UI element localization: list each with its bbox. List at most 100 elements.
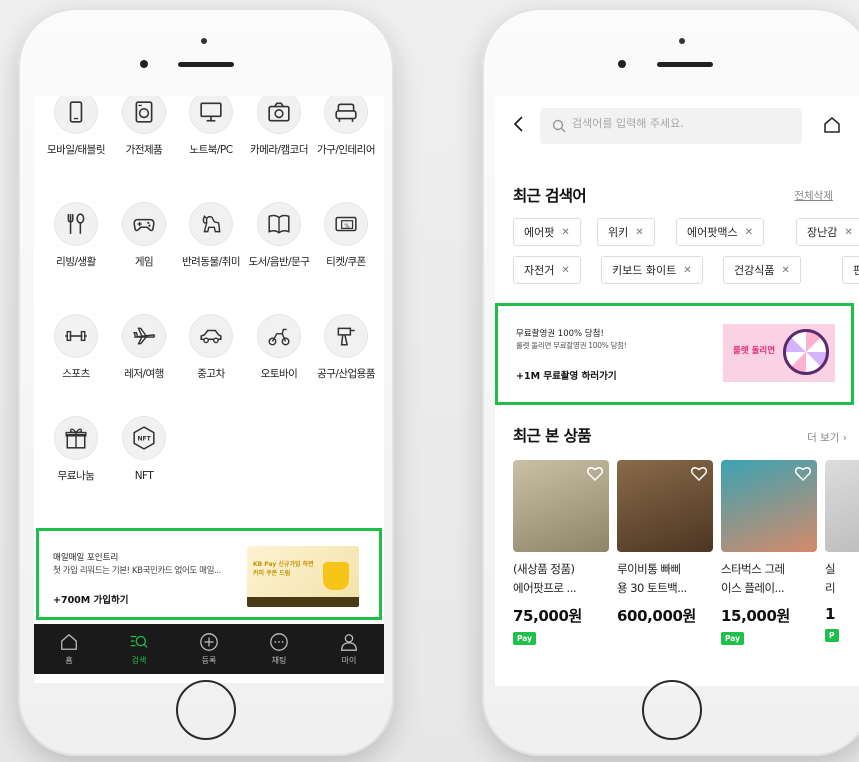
product-card[interactable]: 실리 1 P <box>825 460 859 642</box>
tab-item[interactable]: 등록 <box>174 624 244 674</box>
home-icon[interactable] <box>823 116 841 138</box>
banner-cta[interactable]: +700M 가입하기 <box>53 592 129 606</box>
home-hardware-button[interactable] <box>176 680 236 740</box>
dumbbell-icon <box>54 314 98 358</box>
remove-x-icon[interactable]: ✕ <box>781 265 789 276</box>
category-item[interactable]: NFT NFT <box>110 416 178 484</box>
chip-label: 펀 <box>853 264 859 277</box>
category-label: 모바일/태블릿 <box>47 144 106 156</box>
heart-icon[interactable] <box>690 466 708 485</box>
category-label: 가구/인테리어 <box>317 144 376 156</box>
tab-item[interactable]: 채팅 <box>244 624 314 674</box>
remove-x-icon[interactable]: ✕ <box>683 265 691 276</box>
tab-label: 마이 <box>341 656 357 665</box>
recent-search-chip[interactable]: 펀✕ <box>842 256 859 284</box>
gift-icon <box>54 416 98 460</box>
chip-label: 위키 <box>608 226 629 239</box>
category-item[interactable]: 반려동물/취미 <box>177 202 245 270</box>
category-label: 리빙/생활 <box>56 256 96 268</box>
kb-pay-strip <box>247 597 359 607</box>
category-item[interactable]: 오토바이 <box>245 314 313 382</box>
roulette-banner[interactable]: 무료촬영권 100% 당첨! 룰렛 돌리면 무료촬영권 100% 당첨! +1M… <box>495 303 854 405</box>
category-label: 게임 <box>134 256 154 268</box>
front-camera <box>140 60 148 68</box>
ticket-icon: % <box>324 202 368 246</box>
home-icon <box>59 632 79 652</box>
product-name-line2: 리 <box>825 581 836 595</box>
svg-text:%: % <box>344 223 349 229</box>
category-label: 티켓/쿠폰 <box>326 256 366 268</box>
tab-item[interactable]: 마이 <box>314 624 384 674</box>
chip-label: 에어팟맥스 <box>687 226 738 239</box>
chip-label: 장난감 <box>807 226 838 239</box>
banner-cta[interactable]: +1M 무료촬영 하러가기 <box>516 368 617 382</box>
category-item[interactable]: 노트북/PC <box>177 96 245 158</box>
category-item[interactable]: 공구/산업용품 <box>312 314 380 382</box>
product-card[interactable]: 루이비통 빠삐 용 30 토트백... 600,000원 <box>617 460 713 626</box>
remove-x-icon[interactable]: ✕ <box>561 265 569 276</box>
recent-search-chip[interactable]: 위키 ✕ <box>597 218 655 246</box>
category-label: 공구/산업용품 <box>317 368 376 380</box>
product-name: 실리 <box>825 560 859 598</box>
recent-search-chip[interactable]: 장난감 ✕ <box>796 218 859 246</box>
category-item[interactable]: 게임 <box>110 202 178 270</box>
category-label: 오토바이 <box>260 368 298 380</box>
heart-icon[interactable] <box>586 466 604 485</box>
remove-x-icon[interactable]: ✕ <box>635 227 643 238</box>
banner-description: 룰렛 돌리면 무료촬영권 100% 당첨! <box>516 341 627 350</box>
category-item[interactable]: 가전제품 <box>110 96 178 158</box>
category-label: 레저/여행 <box>124 368 164 380</box>
recent-search-chip[interactable]: 키보드 화이트 ✕ <box>601 256 703 284</box>
product-name-line2: 이스 플레이... <box>721 581 785 595</box>
recent-search-chip[interactable]: 자전거 ✕ <box>513 256 581 284</box>
nft-icon: NFT <box>122 416 166 460</box>
remove-x-icon[interactable]: ✕ <box>844 227 852 238</box>
tab-label: 등록 <box>201 656 217 665</box>
roulette-wheel-icon <box>783 329 829 375</box>
product-card[interactable]: (새상품 정품) 에어팟프로 ... 75,000원 Pay <box>513 460 609 645</box>
remove-x-icon[interactable]: ✕ <box>745 227 753 238</box>
recent-search-chip[interactable]: 건강식품 ✕ <box>723 256 801 284</box>
category-item[interactable]: 스포츠 <box>42 314 110 382</box>
clear-all-link[interactable]: 전체삭제 <box>794 188 833 203</box>
category-label: 노트북/PC <box>189 144 233 156</box>
speaker-grille <box>178 62 234 67</box>
svg-text:NFT: NFT <box>137 436 151 443</box>
category-item[interactable]: 카메라/캠코더 <box>245 96 313 158</box>
heart-icon[interactable] <box>794 466 812 485</box>
category-item[interactable]: 레저/여행 <box>110 314 178 382</box>
product-price: 1 <box>825 605 836 623</box>
tab-item[interactable]: 검색 <box>104 624 174 674</box>
sofa-icon <box>324 96 368 134</box>
washer-icon <box>122 96 166 134</box>
search-input[interactable] <box>572 117 792 130</box>
category-label: 반려동물/취미 <box>182 256 241 268</box>
search-screen: 최근 검색어 전체삭제 에어팟✕위키✕에어팟맥스✕장난감✕자전거✕키보드 화이트… <box>495 96 859 686</box>
recent-search-chip[interactable]: 에어팟 ✕ <box>513 218 581 246</box>
speaker-grille <box>657 62 713 67</box>
chat-icon <box>269 632 289 652</box>
recent-search-chip[interactable]: 에어팟맥스 ✕ <box>676 218 764 246</box>
tab-item[interactable]: 홈 <box>34 624 104 674</box>
phone-left: 모바일/태블릿 가전제품 노트북/PC 카메라/캠코더 가구/인테리어리빙/생활 게임 반려… <box>18 8 394 756</box>
back-arrow-icon[interactable] <box>513 116 525 136</box>
product-price: 15,000원 <box>721 607 790 625</box>
see-more-link[interactable]: 더 보기 › <box>807 430 847 445</box>
category-item[interactable]: 리빙/생활 <box>42 202 110 270</box>
promo-banner[interactable]: 매일매일 포인트리 첫 가입 리워드는 기본! KB국민카드 없어도 매일...… <box>36 528 382 620</box>
product-card[interactable]: 스타벅스 그레 이스 플레이... 15,000원 Pay <box>721 460 817 645</box>
category-item[interactable]: 가구/인테리어 <box>312 96 380 158</box>
remove-x-icon[interactable]: ✕ <box>561 227 569 238</box>
product-name-line1: 루이비통 빠삐 <box>617 562 681 576</box>
home-hardware-button[interactable] <box>642 680 702 740</box>
category-item[interactable]: 모바일/태블릿 <box>42 96 110 158</box>
search-list-icon <box>129 632 149 652</box>
category-label: 스포츠 <box>62 368 90 380</box>
camera-icon <box>257 96 301 134</box>
category-item[interactable]: 무료나눔 <box>42 416 110 484</box>
category-item[interactable]: % 티켓/쿠폰 <box>312 202 380 270</box>
product-name: 루이비통 빠삐 용 30 토트백... <box>617 560 713 598</box>
front-camera <box>618 60 626 68</box>
category-item[interactable]: 중고차 <box>177 314 245 382</box>
category-item[interactable]: 도서/음반/문구 <box>245 202 313 270</box>
